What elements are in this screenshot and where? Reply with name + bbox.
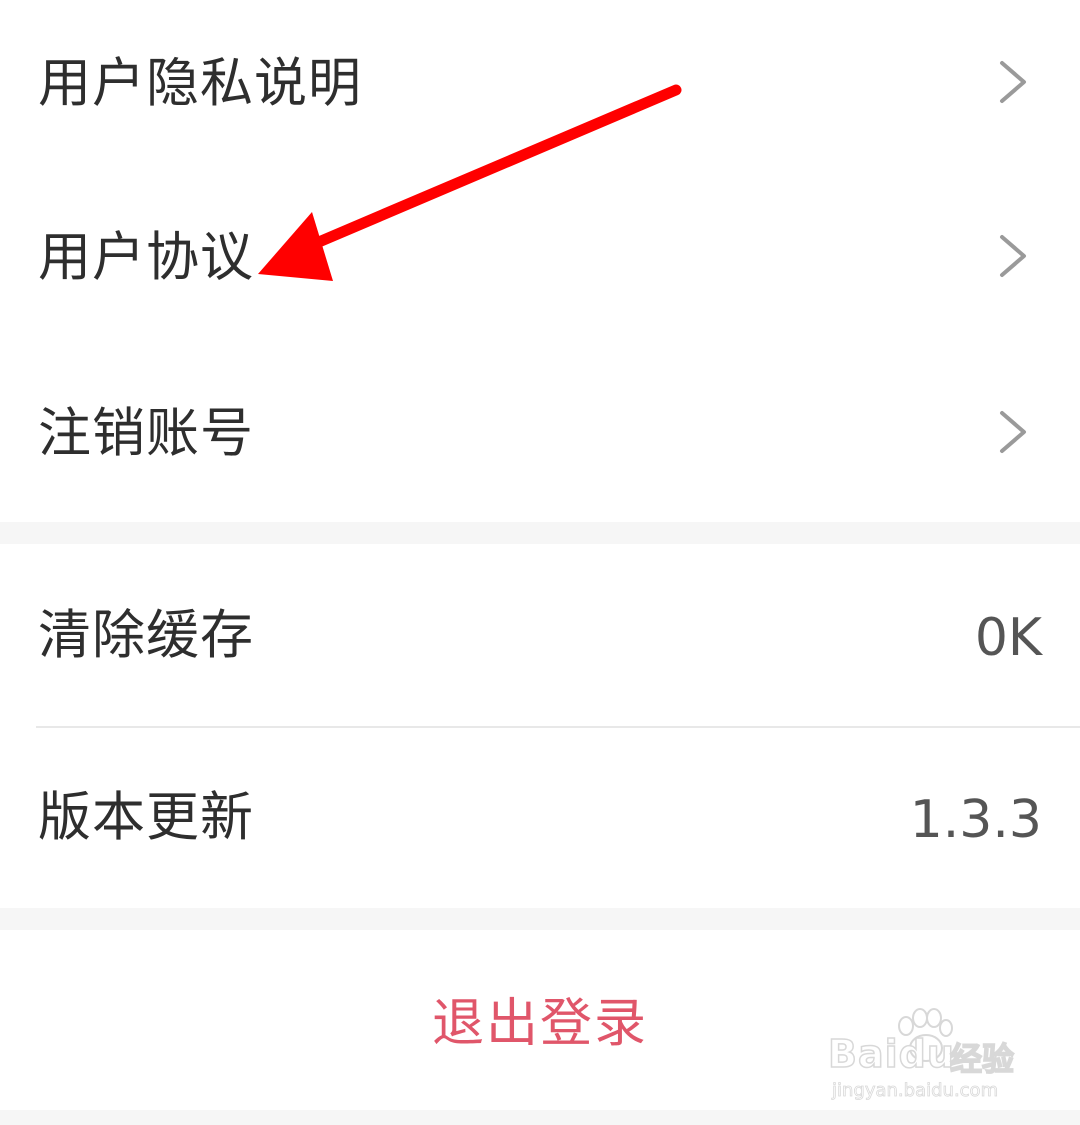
- chevron-right-icon: [1000, 235, 1026, 277]
- row-delete-account-label: 注销账号: [38, 403, 254, 464]
- settings-group-info: 用户隐私说明 用户协议 注销账号: [0, 0, 1080, 522]
- watermark-brand-cn: 经验: [949, 1039, 1015, 1079]
- baidu-jingyan-watermark: Baidu 经验 jingyan.baidu.com: [827, 1008, 1028, 1108]
- row-version-update-label: 版本更新: [38, 787, 254, 848]
- settings-group-app: 清除缓存 0K 版本更新 1.3.3: [0, 544, 1080, 908]
- version-value: 1.3.3: [909, 790, 1042, 850]
- cache-size-value: 0K: [974, 608, 1042, 668]
- row-delete-account[interactable]: 注销账号: [0, 346, 1080, 522]
- row-user-privacy-label: 用户隐私说明: [38, 53, 362, 114]
- row-version-update[interactable]: 版本更新 1.3.3: [0, 728, 1080, 908]
- row-clear-cache[interactable]: 清除缓存 0K: [0, 544, 1080, 726]
- watermark-brand: Baidu: [827, 1031, 955, 1077]
- row-user-agreement-label: 用户协议: [38, 227, 254, 288]
- watermark-url: jingyan.baidu.com: [832, 1080, 999, 1102]
- row-clear-cache-label: 清除缓存: [38, 605, 254, 666]
- row-user-agreement[interactable]: 用户协议: [0, 170, 1080, 346]
- row-user-privacy[interactable]: 用户隐私说明: [0, 0, 1080, 170]
- chevron-right-icon: [1000, 61, 1026, 103]
- chevron-right-icon: [1000, 411, 1026, 453]
